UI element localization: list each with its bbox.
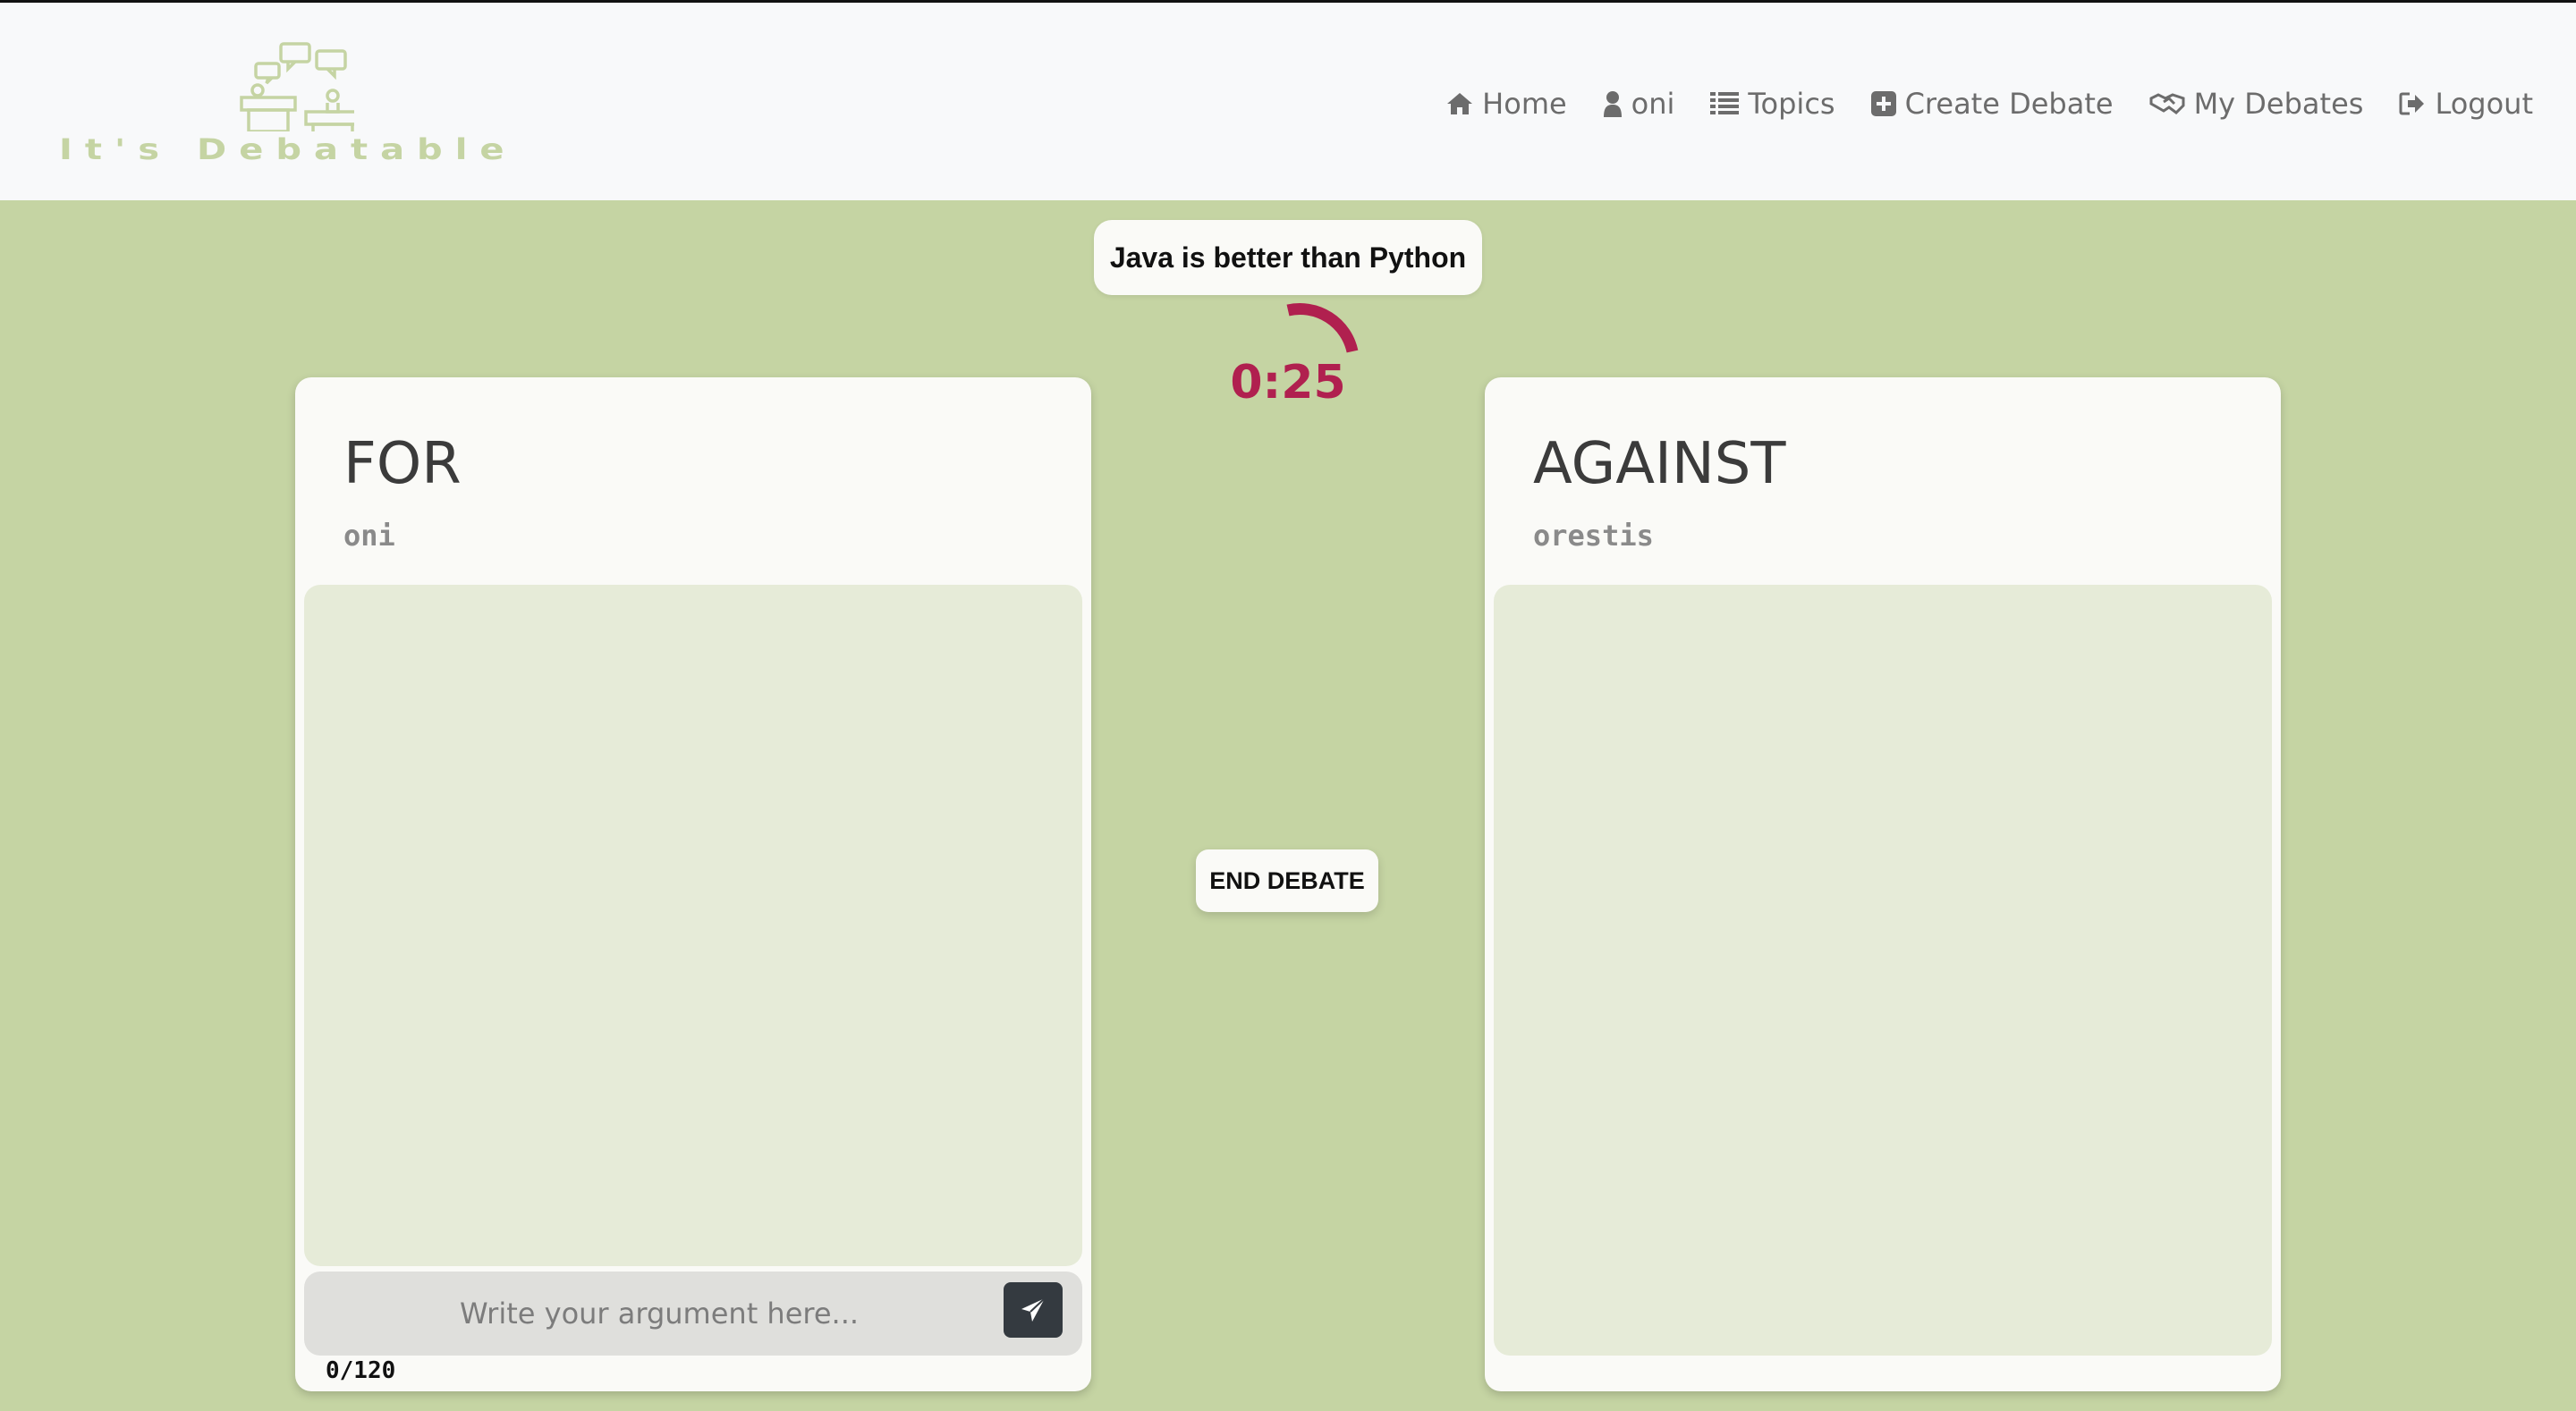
- home-icon: [1447, 93, 1473, 114]
- against-arguments-area: [1494, 585, 2272, 1356]
- main-nav: Home oni Topics Create Debate My Debates…: [1411, 81, 2533, 126]
- debate-topic: Java is better than Python: [1094, 220, 1482, 295]
- nav-logout[interactable]: Logout: [2399, 87, 2533, 121]
- nav-topics[interactable]: Topics: [1710, 87, 1835, 121]
- nav-create-debate[interactable]: Create Debate: [1870, 87, 2114, 121]
- against-panel: AGAINST orestis: [1485, 377, 2281, 1391]
- plus-square-icon: [1870, 91, 1896, 116]
- argument-input[interactable]: [304, 1272, 1014, 1356]
- navbar: It's Debatable Home oni Topics Create De…: [0, 3, 2576, 200]
- user-icon: [1603, 91, 1622, 117]
- for-panel: FOR oni 0/120: [295, 377, 1091, 1391]
- against-username: orestis: [1533, 519, 1654, 553]
- sign-out-icon: [2399, 92, 2425, 115]
- nav-profile[interactable]: oni: [1603, 87, 1675, 121]
- timer-progress-arc: [1286, 303, 1359, 353]
- send-button[interactable]: [1004, 1282, 1063, 1338]
- paper-plane-icon: [1021, 1297, 1046, 1322]
- nav-my-debates-label: My Debates: [2193, 87, 2364, 121]
- brand-logo[interactable]: It's Debatable: [59, 37, 524, 180]
- nav-home-label: Home: [1482, 87, 1567, 121]
- debate-podiums-icon: [240, 42, 354, 131]
- for-title: FOR: [343, 431, 462, 497]
- handshake-icon: [2149, 93, 2185, 114]
- nav-profile-label: oni: [1631, 87, 1675, 121]
- nav-home[interactable]: Home: [1446, 87, 1567, 121]
- against-title: AGAINST: [1533, 431, 1786, 497]
- list-icon: [1710, 92, 1740, 114]
- nav-topics-label: Topics: [1748, 87, 1835, 121]
- end-debate-button[interactable]: END DEBATE: [1196, 849, 1378, 912]
- brand-name: It's Debatable: [59, 133, 517, 166]
- for-username: oni: [343, 519, 395, 553]
- nav-my-debates[interactable]: My Debates: [2149, 87, 2364, 121]
- for-arguments-area: [304, 585, 1082, 1266]
- argument-input-container: [304, 1272, 1082, 1356]
- nav-create-debate-label: Create Debate: [1904, 87, 2114, 121]
- nav-logout-label: Logout: [2435, 87, 2533, 121]
- char-counter: 0/120: [326, 1357, 396, 1384]
- debate-timer: 0:25: [1230, 356, 1346, 410]
